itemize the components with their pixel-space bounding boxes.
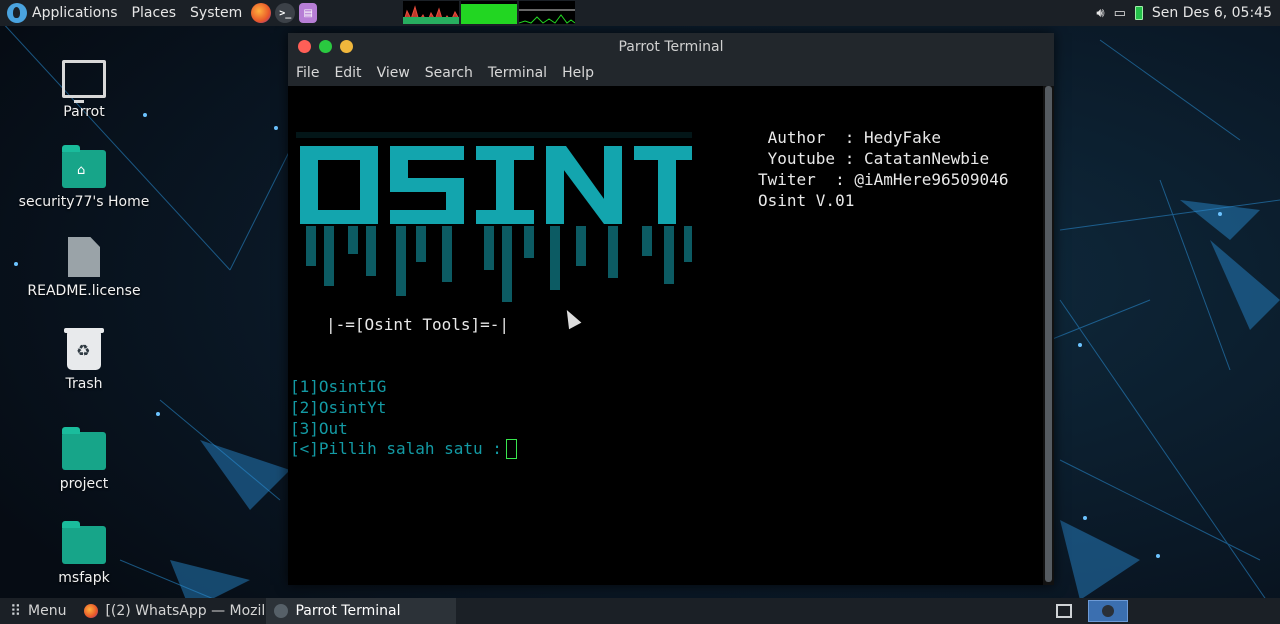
battery-icon[interactable]: [1134, 6, 1143, 20]
osint-banner: [296, 132, 692, 302]
workspace-terminal-icon: [1102, 605, 1114, 617]
computer-icon: [62, 60, 106, 103]
desktop-icon-readme[interactable]: README.license: [14, 237, 154, 299]
window-titlebar[interactable]: Parrot Terminal: [288, 33, 1054, 60]
terminal-cursor: [505, 439, 517, 459]
display-icon[interactable]: ▭: [1114, 6, 1126, 21]
desktop-icon-msfapk[interactable]: msfapk: [14, 521, 154, 586]
menu-help[interactable]: Help: [562, 65, 594, 81]
option-1: [1]OsintIG: [290, 377, 387, 396]
clock[interactable]: Sen Des 6, 05:45: [1152, 5, 1272, 21]
terminal-window[interactable]: Parrot Terminal File Edit View Search Te…: [288, 33, 1054, 585]
terminal-scrollbar[interactable]: [1043, 86, 1054, 585]
home-folder-icon: ⌂: [62, 145, 106, 188]
window-title: Parrot Terminal: [618, 38, 724, 55]
notes-icon[interactable]: ▤: [299, 3, 318, 23]
desktop-icon-trash[interactable]: ♻ Trash: [14, 328, 154, 392]
grid-icon: ⠿: [10, 602, 21, 620]
folder-icon: [62, 521, 106, 564]
desktop-icon-label: Trash: [65, 376, 103, 392]
info-youtube: Youtube : CatatanNewbie: [758, 149, 990, 168]
close-button[interactable]: [298, 40, 311, 53]
menu-file[interactable]: File: [296, 65, 319, 81]
desktop-icon-home[interactable]: ⌂ security77's Home: [14, 145, 154, 210]
menu-label: Menu: [28, 603, 67, 619]
taskbar-item-terminal[interactable]: Parrot Terminal: [266, 598, 457, 624]
terminal-icon[interactable]: >_: [275, 3, 296, 23]
places-menu[interactable]: Places: [125, 0, 184, 26]
desktop-icon-label: msfapk: [58, 570, 110, 586]
desktop-icon-project[interactable]: project: [14, 427, 154, 492]
workspace-switcher[interactable]: [1088, 600, 1128, 622]
task-label: Parrot Terminal: [295, 603, 401, 619]
maximize-button[interactable]: [319, 40, 332, 53]
bottom-panel: ⠿ Menu [(2) WhatsApp — Mozill... Parrot …: [0, 598, 1280, 624]
firefox-icon: [84, 604, 99, 618]
system-menu[interactable]: System: [183, 0, 249, 26]
desktop-icon-label: security77's Home: [18, 194, 150, 210]
tools-header: |-=[Osint Tools]=-|: [326, 315, 510, 334]
menu-view[interactable]: View: [377, 65, 410, 81]
memory-graph: [461, 1, 517, 24]
desktop-icon-label: README.license: [27, 283, 141, 299]
scrollbar-thumb[interactable]: [1045, 86, 1052, 582]
bottom-right-area: [1056, 598, 1280, 624]
system-monitor[interactable]: [403, 1, 575, 24]
menubar: File Edit View Search Terminal Help: [288, 60, 1054, 86]
desktop-icon-parrot[interactable]: Parrot: [14, 54, 154, 120]
desktop-icon-label: Parrot: [63, 104, 105, 120]
minimize-button[interactable]: [340, 40, 353, 53]
prompt-text: [<]Pillih salah satu :: [290, 439, 502, 458]
folder-icon: [62, 427, 106, 470]
network-graph: [519, 1, 575, 24]
parrot-logo-icon: [7, 3, 27, 23]
desktop-icon-label: project: [59, 476, 109, 492]
taskbar-item-firefox[interactable]: [(2) WhatsApp — Mozill...: [76, 598, 266, 624]
info-author: Author : HedyFake: [758, 128, 942, 147]
info-twitter: Twiter : @iAmHere96509046: [758, 170, 1009, 189]
applications-label: Applications: [32, 5, 118, 21]
prompt-line[interactable]: [<]Pillih salah satu :: [290, 439, 517, 459]
task-label: [(2) WhatsApp — Mozill...: [105, 603, 267, 619]
applications-menu[interactable]: Applications: [0, 0, 125, 26]
volume-icon[interactable]: 🔊︎: [1096, 6, 1104, 21]
top-panel: Applications Places System >_ ▤ 🔊︎ ▭ Sen…: [0, 0, 1280, 26]
terminal-icon: [274, 604, 289, 618]
trash-icon: ♻: [64, 328, 104, 370]
option-2: [2]OsintYt: [290, 398, 387, 417]
menu-search[interactable]: Search: [425, 65, 473, 81]
cpu-graph: [403, 1, 459, 24]
menu-terminal[interactable]: Terminal: [488, 65, 547, 81]
show-desktop-icon[interactable]: [1056, 604, 1072, 618]
file-icon: [68, 237, 100, 277]
menu-edit[interactable]: Edit: [334, 65, 361, 81]
option-3: [3]Out: [290, 419, 348, 438]
terminal-output[interactable]: Author : HedyFake Youtube : CatatanNewbi…: [288, 86, 1043, 585]
info-version: Osint V.01: [758, 191, 855, 210]
firefox-icon[interactable]: [251, 3, 272, 23]
menu-button[interactable]: ⠿ Menu: [0, 598, 76, 624]
system-tray: 🔊︎ ▭ Sen Des 6, 05:45: [1096, 5, 1280, 21]
